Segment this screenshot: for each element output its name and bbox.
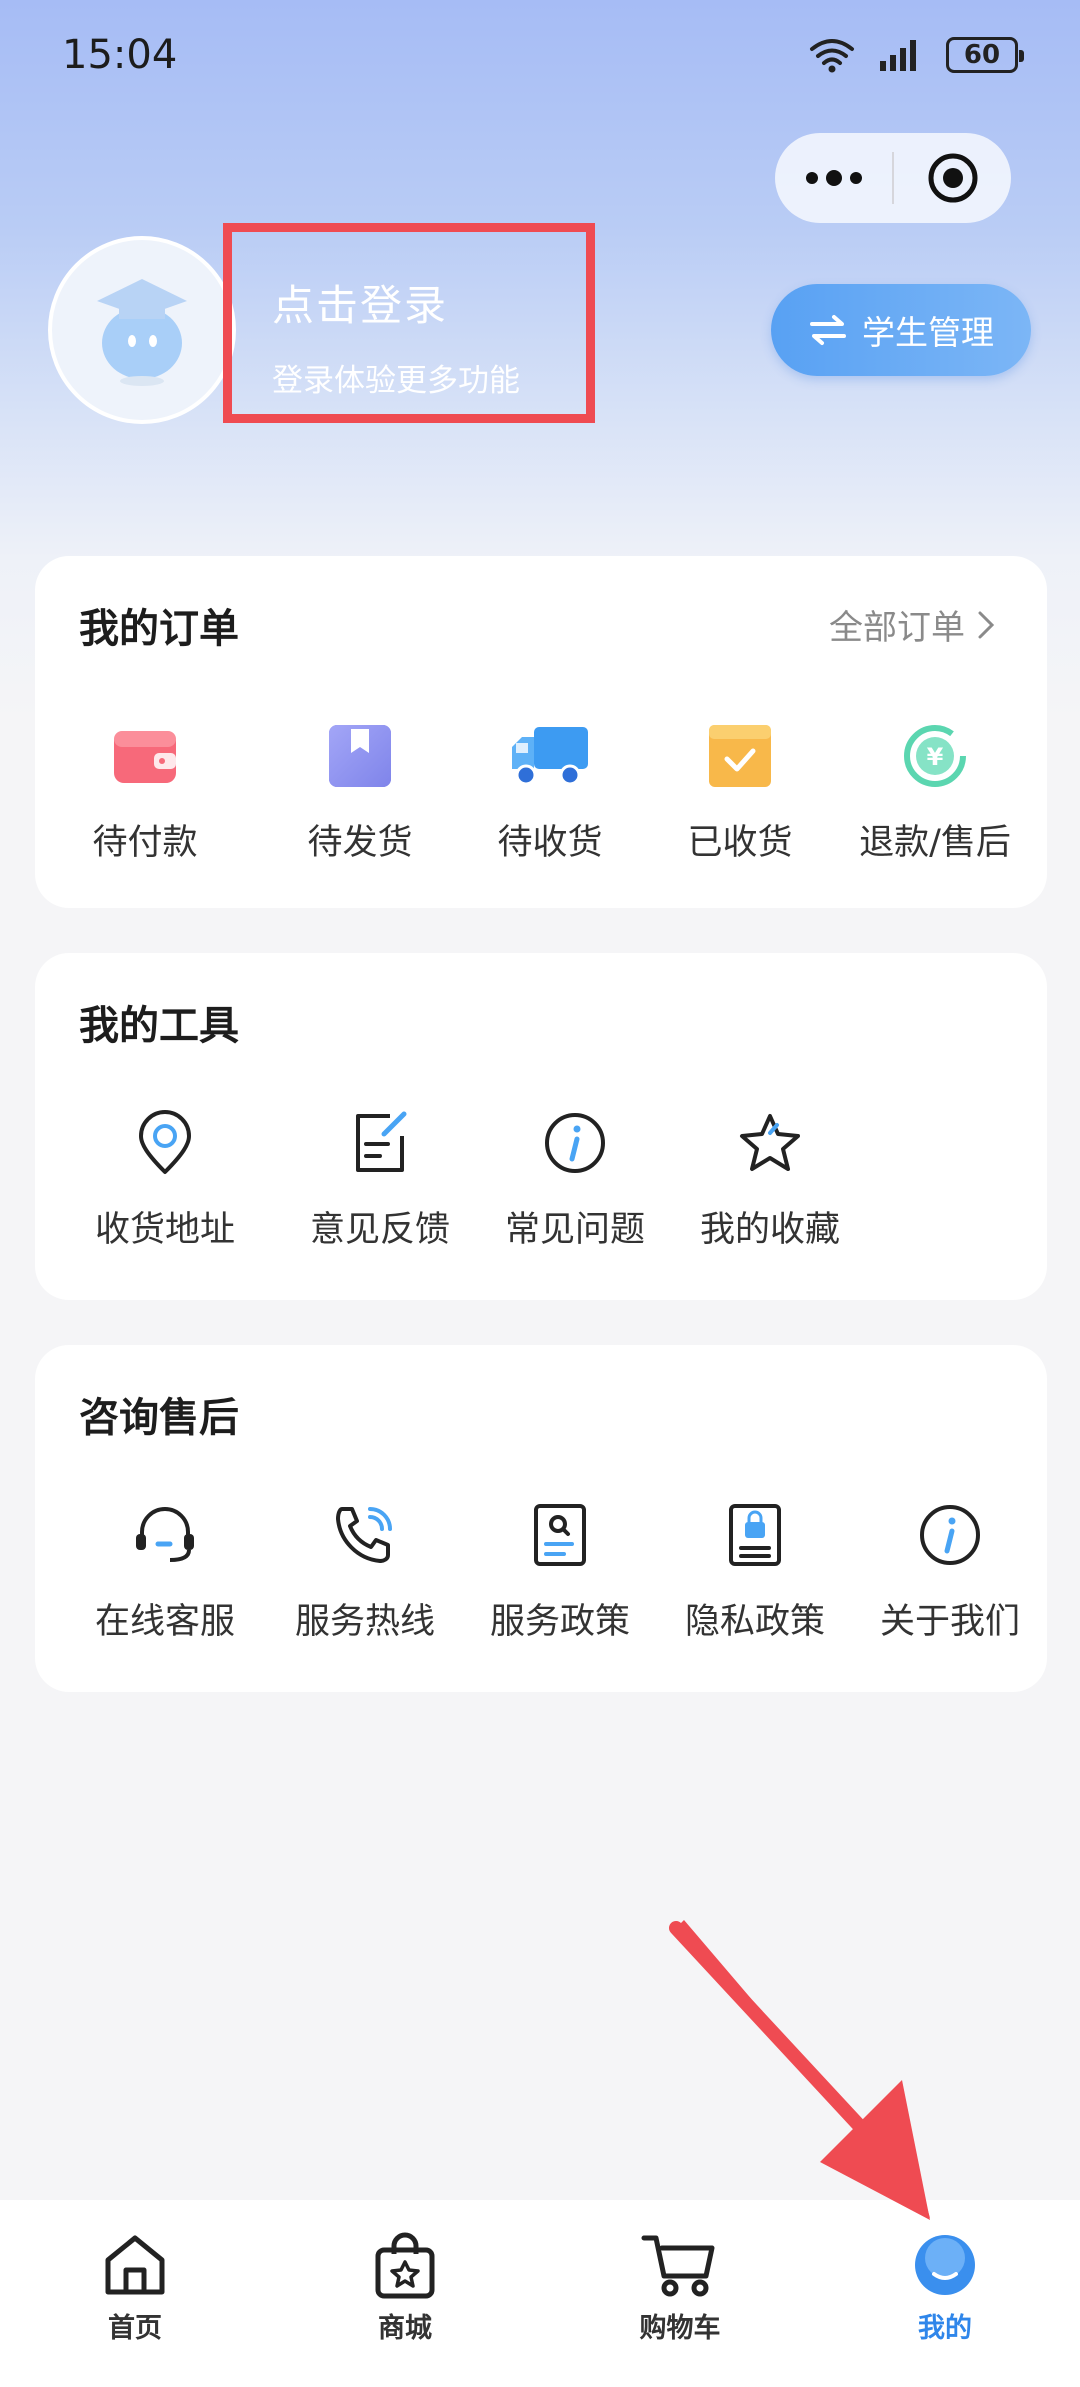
service-hotline[interactable]: 服务热线 [280, 1495, 450, 1644]
order-pending-receipt[interactable]: 待收货 [470, 716, 630, 865]
all-orders-label: 全部订单 [829, 608, 965, 648]
location-icon [139, 1110, 191, 1174]
status-bar: 15:04 60 [0, 0, 1080, 110]
orders-card: 我的订单 全部订单 待付款 待发货 待收货 已收货 ¥ 退款/售后 [35, 556, 1047, 908]
home-icon [105, 2235, 165, 2295]
box-check-icon [709, 725, 771, 787]
tool-favorites[interactable]: 我的收藏 [685, 1103, 855, 1252]
star-icon [740, 1114, 800, 1171]
refund-icon: ¥ [904, 725, 966, 787]
tool-label: 常见问题 [504, 1210, 645, 1250]
order-pending-shipment[interactable]: 待发货 [280, 716, 440, 865]
student-management-label: 学生管理 [862, 313, 994, 352]
chevron-right-icon [978, 611, 995, 638]
login-prompt[interactable]: 点击登录 登录体验更多功能 [223, 223, 595, 423]
close-miniprogram-button[interactable] [894, 133, 1011, 223]
order-label: 待发货 [307, 823, 413, 863]
login-title: 点击登录 [272, 281, 449, 330]
info-icon [545, 1113, 605, 1173]
tab-cart[interactable]: 购物车 [600, 2230, 760, 2345]
avatar[interactable] [48, 236, 236, 424]
order-label: 已收货 [687, 823, 793, 863]
tab-label: 首页 [108, 2313, 162, 2344]
order-label: 待收货 [497, 823, 603, 863]
order-refund[interactable]: ¥ 退款/售后 [835, 716, 1035, 865]
policy-icon [534, 1504, 586, 1566]
tab-label: 我的 [918, 2313, 972, 2344]
service-about[interactable]: 关于我们 [865, 1495, 1035, 1644]
tool-label: 收货地址 [94, 1210, 235, 1250]
service-policy[interactable]: 服务政策 [475, 1495, 645, 1644]
swap-icon [810, 315, 846, 345]
order-label: 退款/售后 [859, 823, 1011, 863]
tool-address[interactable]: 收货地址 [80, 1103, 250, 1252]
service-online-support[interactable]: 在线客服 [80, 1495, 250, 1644]
student-management-button[interactable]: 学生管理 [771, 284, 1031, 376]
service-label: 隐私政策 [684, 1602, 825, 1642]
package-icon [329, 725, 391, 787]
login-subtitle: 登录体验更多功能 [272, 363, 520, 399]
feedback-icon [356, 1111, 407, 1172]
tab-mine[interactable]: 我的 [865, 2230, 1025, 2345]
order-received[interactable]: 已收货 [660, 716, 820, 865]
battery-indicator: 60 [946, 37, 1024, 73]
tools-card: 我的工具 收货地址 意见反馈 常见问题 我的收藏 [35, 953, 1047, 1300]
service-label: 关于我们 [879, 1602, 1020, 1642]
tool-faq[interactable]: 常见问题 [490, 1103, 660, 1252]
tool-feedback[interactable]: 意见反馈 [295, 1103, 465, 1252]
phone-icon [336, 1507, 392, 1563]
profile-icon [915, 2235, 975, 2295]
service-label: 在线客服 [94, 1602, 235, 1642]
more-dots-icon [805, 170, 862, 186]
svg-text:¥: ¥ [927, 743, 944, 771]
tab-label: 商城 [378, 2313, 432, 2344]
service-card: 咨询售后 在线客服 服务热线 服务政策 隐私政策 关于我们 [35, 1345, 1047, 1692]
wallet-icon [114, 731, 176, 783]
more-menu-button[interactable] [775, 133, 892, 223]
service-privacy[interactable]: 隐私政策 [670, 1495, 840, 1644]
shop-bag-icon [375, 2232, 435, 2299]
tool-label: 意见反馈 [309, 1210, 450, 1250]
all-orders-link[interactable]: 全部订单 [829, 600, 995, 649]
order-pending-payment[interactable]: 待付款 [65, 716, 225, 865]
avatar-mascot-icon [97, 279, 187, 386]
service-label: 服务政策 [489, 1602, 630, 1642]
tools-title: 我的工具 [79, 1003, 239, 1049]
privacy-icon [729, 1504, 781, 1566]
order-label: 待付款 [92, 823, 198, 863]
about-icon [920, 1505, 980, 1565]
tool-label: 我的收藏 [699, 1210, 840, 1250]
orders-title: 我的订单 [79, 606, 239, 652]
headset-icon [136, 1507, 194, 1562]
service-title: 咨询售后 [79, 1395, 239, 1441]
cart-icon [641, 2235, 715, 2297]
wifi-icon [810, 39, 854, 73]
tab-shop[interactable]: 商城 [325, 2230, 485, 2345]
target-close-icon [928, 153, 977, 203]
service-label: 服务热线 [294, 1602, 435, 1642]
status-icons: 60 [808, 37, 1024, 73]
bottom-tab-bar: 首页 商城 购物车 我的 [0, 2200, 1080, 2387]
miniprogram-capsule [775, 133, 1011, 223]
tab-home[interactable]: 首页 [55, 2230, 215, 2345]
signal-icon [880, 40, 916, 71]
status-time: 15:04 [62, 32, 178, 78]
tab-label: 购物车 [639, 2313, 721, 2344]
truck-icon [512, 727, 588, 786]
